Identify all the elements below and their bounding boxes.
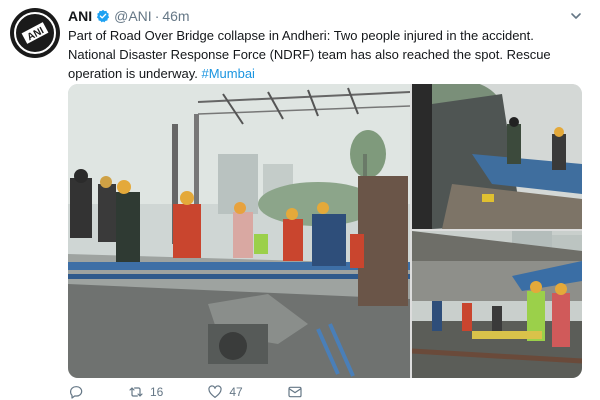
tweet-text-line: operation is underway. #Mumbai — [68, 64, 588, 83]
ani-logo: ANI — [14, 12, 56, 54]
photo-collapsed-span — [412, 84, 582, 229]
retweet-button[interactable]: 16 — [128, 384, 163, 400]
media-photo-top-right[interactable] — [412, 84, 582, 229]
media-grid — [68, 84, 582, 378]
photo-bridge-collapse — [68, 84, 410, 378]
tweet-timestamp[interactable]: 46m — [162, 8, 189, 24]
like-count: 47 — [229, 385, 243, 399]
author-name[interactable]: ANI — [68, 8, 92, 24]
media-photo-main[interactable] — [68, 84, 410, 378]
direct-message-button[interactable] — [287, 384, 303, 400]
tweet[interactable]: ANI ANI @ANI · 46m Part of Road Over Bri… — [0, 0, 600, 400]
retweet-count: 16 — [150, 385, 164, 399]
tweet-text-line: Part of Road Over Bridge collapse in And… — [68, 28, 534, 43]
retweet-icon — [129, 387, 143, 397]
reply-icon — [70, 386, 83, 399]
like-icon — [208, 385, 222, 398]
tweet-text-fragment: operation is underway. — [68, 66, 198, 81]
caret-down-icon[interactable] — [570, 10, 582, 22]
tweet-actions: 16 47 — [68, 384, 468, 400]
message-icon — [288, 386, 302, 398]
avatar[interactable]: ANI — [10, 8, 60, 58]
photo-rescue-team — [412, 231, 582, 378]
author-handle[interactable]: @ANI — [114, 8, 152, 24]
reply-button[interactable] — [68, 384, 84, 400]
tweet-header: ANI @ANI · 46m — [68, 6, 190, 26]
like-button[interactable]: 47 — [207, 384, 243, 400]
verified-icon — [97, 9, 110, 23]
tweet-text-line: National Disaster Response Force (NDRF) … — [68, 47, 551, 62]
tweet-text: Part of Road Over Bridge collapse in And… — [68, 26, 588, 83]
hashtag-link[interactable]: #Mumbai — [201, 66, 254, 81]
media-photo-bottom-right[interactable] — [412, 231, 582, 378]
separator-dot: · — [154, 8, 160, 24]
